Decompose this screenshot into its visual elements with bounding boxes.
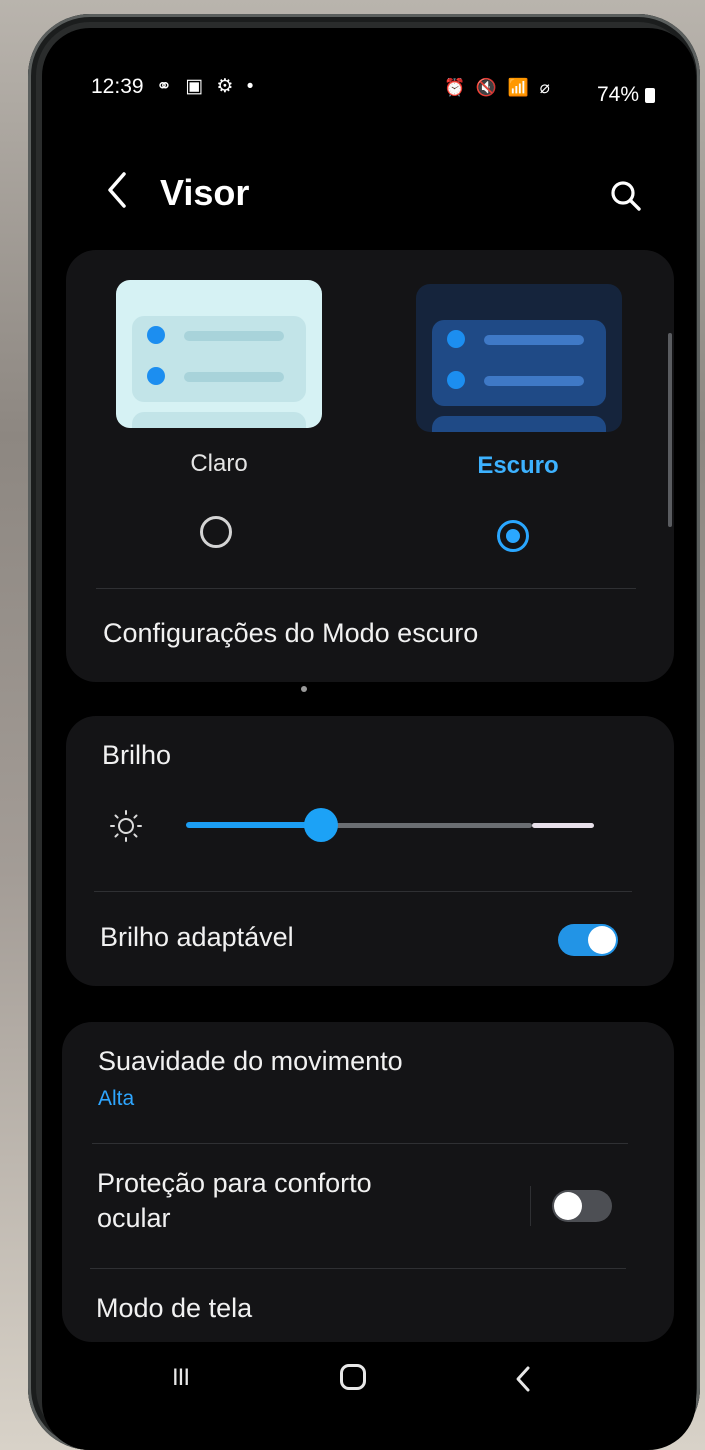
preview-line	[184, 331, 284, 341]
brightness-label: Brilho	[102, 740, 172, 770]
light-theme-radio[interactable]	[200, 516, 232, 548]
screen-mode-label[interactable]: Modo de tela	[96, 1293, 252, 1324]
divider	[96, 588, 636, 589]
divider	[92, 1143, 628, 1144]
dark-theme-radio[interactable]	[497, 520, 529, 552]
divider	[90, 1268, 626, 1269]
preview-panel	[132, 412, 306, 428]
page-indicator	[301, 686, 307, 692]
preview-line	[484, 335, 584, 345]
divider	[94, 891, 632, 892]
preview-dot	[147, 367, 165, 385]
eye-comfort-toggle[interactable]	[552, 1190, 612, 1222]
brightness-slider-fill	[186, 822, 320, 828]
adaptive-brightness-label[interactable]: Brilho adaptável	[100, 922, 294, 953]
brightness-slider-extra-range	[532, 823, 594, 828]
dark-theme-preview[interactable]	[416, 284, 622, 432]
separator	[530, 1186, 531, 1226]
nav-back-icon[interactable]	[512, 1362, 536, 1396]
battery-percentage: 74%	[597, 83, 640, 106]
back-icon[interactable]	[102, 168, 136, 212]
preview-dot	[447, 371, 465, 389]
notification-icons: ⚭ ▣ ⚙ •	[156, 76, 258, 97]
home-icon[interactable]	[340, 1364, 366, 1390]
battery-icon	[645, 88, 655, 103]
motion-smoothness-label[interactable]: Suavidade do movimento	[98, 1046, 403, 1077]
page-title: Visor	[160, 172, 250, 213]
sun-icon	[108, 808, 144, 844]
brightness-slider-track[interactable]	[320, 823, 532, 828]
preview-dot	[147, 326, 165, 344]
motion-smoothness-value: Alta	[98, 1087, 135, 1110]
eye-comfort-label-line2[interactable]: ocular	[97, 1203, 171, 1234]
recent-apps-icon[interactable]: III	[172, 1364, 190, 1392]
preview-line	[184, 372, 284, 382]
light-theme-label[interactable]: Claro	[109, 450, 329, 478]
dark-mode-settings-item[interactable]: Configurações do Modo escuro	[103, 618, 478, 649]
light-theme-preview[interactable]	[116, 280, 322, 428]
preview-panel	[432, 416, 606, 432]
screen: 12:39 ⚭ ▣ ⚙ • ⏰ 🔇 📶 ⌀ 74% Visor Claro Es…	[42, 28, 696, 1450]
search-icon[interactable]	[608, 178, 644, 214]
eye-comfort-label-line1[interactable]: Proteção para conforto	[97, 1168, 372, 1199]
status-icons: ⏰ 🔇 📶 ⌀	[444, 78, 553, 97]
dark-theme-label[interactable]: Escuro	[408, 452, 628, 480]
status-time: 12:39	[91, 75, 144, 98]
adaptive-brightness-toggle[interactable]	[558, 924, 618, 956]
scrollbar[interactable]	[668, 333, 672, 527]
preview-line	[484, 376, 584, 386]
brightness-slider-thumb[interactable]	[304, 808, 338, 842]
preview-dot	[447, 330, 465, 348]
